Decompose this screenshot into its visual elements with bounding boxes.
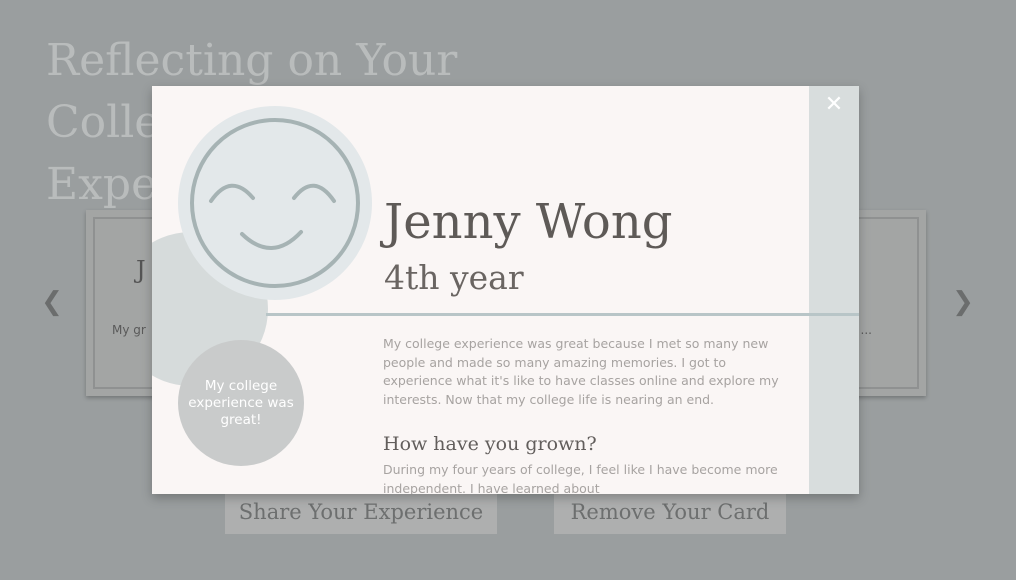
divider bbox=[266, 313, 859, 316]
close-icon[interactable]: ✕ bbox=[823, 94, 845, 116]
remove-card-label: Remove Your Card bbox=[570, 500, 770, 524]
growth-question: How have you grown? bbox=[383, 433, 597, 455]
avatar bbox=[178, 106, 372, 300]
card-name: J bbox=[136, 256, 146, 284]
modal-side-panel bbox=[809, 86, 859, 494]
student-name: Jenny Wong bbox=[384, 194, 673, 250]
smiley-face-icon bbox=[190, 118, 360, 288]
remove-card-button[interactable]: Remove Your Card bbox=[554, 492, 786, 534]
profile-modal: ✕ My college experience was great! Jenny… bbox=[152, 86, 859, 494]
experience-paragraph: My college experience was great because … bbox=[383, 336, 779, 407]
chevron-right-icon[interactable]: ❯ bbox=[951, 288, 975, 316]
quote-bubble: My college experience was great! bbox=[178, 340, 304, 466]
chevron-left-icon[interactable]: ❮ bbox=[40, 288, 64, 316]
modal-content: My college experience was great because … bbox=[383, 335, 783, 494]
card-snippet: My gr bbox=[112, 323, 146, 337]
share-experience-label: Share Your Experience bbox=[238, 500, 484, 524]
card-snippet: ... bbox=[860, 323, 872, 337]
student-year: 4th year bbox=[384, 258, 524, 297]
growth-answer: During my four years of college, I feel … bbox=[383, 462, 778, 494]
share-experience-button[interactable]: Share Your Experience bbox=[225, 492, 497, 534]
